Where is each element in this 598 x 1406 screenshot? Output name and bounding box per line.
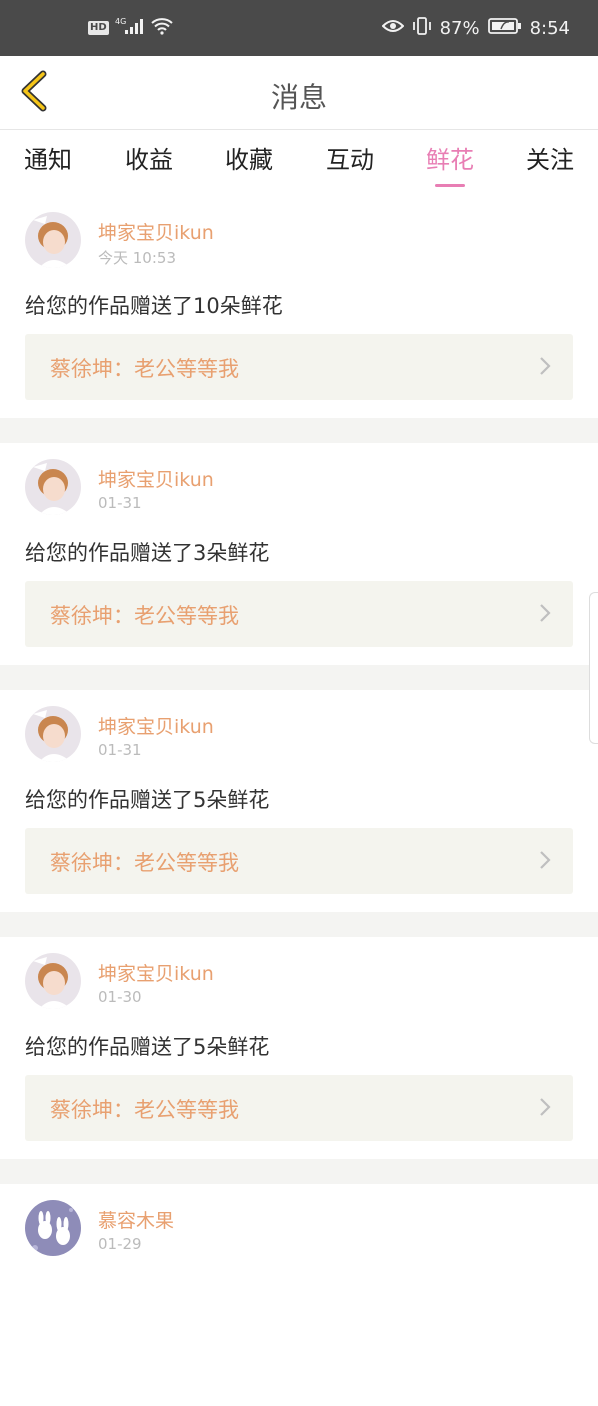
chevron-right-icon bbox=[539, 1097, 551, 1121]
avatar[interactable] bbox=[25, 953, 81, 1009]
quoted-work-text: 蔡徐坤：老公等等我 bbox=[50, 851, 239, 875]
username[interactable]: 坤家宝贝ikun bbox=[98, 712, 214, 739]
battery-percent: 87% bbox=[439, 17, 480, 39]
timestamp: 01-31 bbox=[98, 494, 142, 512]
timestamp: 01-30 bbox=[98, 988, 142, 1006]
quoted-work-text: 蔡徐坤：老公等等我 bbox=[50, 1098, 239, 1122]
username[interactable]: 坤家宝贝ikun bbox=[98, 218, 214, 245]
eye-icon bbox=[381, 18, 404, 39]
list-item: 慕容木果 01-29 bbox=[0, 1184, 598, 1406]
message-list: 坤家宝贝ikun 今天 10:53 给您的作品赠送了10朵鲜花 蔡徐坤：老公等等… bbox=[0, 196, 598, 1406]
hd-badge: HD bbox=[88, 21, 109, 35]
divider bbox=[0, 1159, 598, 1184]
divider bbox=[0, 912, 598, 937]
username[interactable]: 慕容木果 bbox=[98, 1206, 174, 1233]
timestamp: 01-31 bbox=[98, 741, 142, 759]
header: 消息 bbox=[0, 56, 598, 130]
quoted-work-link[interactable]: 蔡徐坤：老公等等我 bbox=[25, 828, 573, 894]
timestamp: 今天 10:53 bbox=[98, 249, 176, 267]
username[interactable]: 坤家宝贝ikun bbox=[98, 959, 214, 986]
avatar[interactable] bbox=[25, 212, 81, 268]
tab-following[interactable]: 关注 bbox=[515, 140, 585, 175]
chevron-right-icon bbox=[539, 603, 551, 627]
avatar[interactable] bbox=[25, 706, 81, 762]
tab-flowers[interactable]: 鲜花 bbox=[415, 140, 485, 187]
clock: 8:54 bbox=[529, 17, 570, 39]
avatar[interactable] bbox=[25, 459, 81, 515]
tab-flowers-label: 鲜花 bbox=[426, 146, 474, 174]
signal-icon: 4G bbox=[115, 16, 145, 40]
tab-interactions[interactable]: 互动 bbox=[315, 140, 385, 175]
avatar[interactable] bbox=[25, 1200, 81, 1256]
tab-notifications[interactable]: 通知 bbox=[13, 140, 83, 175]
chevron-right-icon bbox=[539, 356, 551, 380]
list-item: 坤家宝贝ikun 今天 10:53 给您的作品赠送了10朵鲜花 蔡徐坤：老公等等… bbox=[0, 196, 598, 418]
divider bbox=[0, 418, 598, 443]
tab-earnings[interactable]: 收益 bbox=[114, 140, 184, 175]
svg-text:4G: 4G bbox=[115, 17, 126, 26]
list-item: 坤家宝贝ikun 01-30 给您的作品赠送了5朵鲜花 蔡徐坤：老公等等我 bbox=[0, 937, 598, 1159]
list-item: 坤家宝贝ikun 01-31 给您的作品赠送了3朵鲜花 蔡徐坤：老公等等我 bbox=[0, 443, 598, 665]
quoted-work-link[interactable]: 蔡徐坤：老公等等我 bbox=[25, 1075, 573, 1141]
page-title: 消息 bbox=[270, 81, 327, 114]
quoted-work-link[interactable]: 蔡徐坤：老公等等我 bbox=[25, 334, 573, 400]
timestamp: 01-29 bbox=[98, 1235, 142, 1253]
active-tab-indicator bbox=[435, 184, 465, 187]
tab-bar: 通知 收益 收藏 互动 鲜花 关注 bbox=[0, 130, 598, 192]
chevron-right-icon bbox=[539, 850, 551, 874]
quoted-work-text: 蔡徐坤：老公等等我 bbox=[50, 357, 239, 381]
message-text: 给您的作品赠送了10朵鲜花 bbox=[25, 294, 283, 318]
tab-favorites[interactable]: 收藏 bbox=[214, 140, 284, 175]
message-text: 给您的作品赠送了5朵鲜花 bbox=[25, 1035, 270, 1059]
username[interactable]: 坤家宝贝ikun bbox=[98, 465, 214, 492]
battery-icon bbox=[487, 17, 522, 40]
message-text: 给您的作品赠送了5朵鲜花 bbox=[25, 788, 270, 812]
vibrate-icon bbox=[412, 16, 432, 41]
list-item: 坤家宝贝ikun 01-31 给您的作品赠送了5朵鲜花 蔡徐坤：老公等等我 bbox=[0, 690, 598, 912]
wifi-icon bbox=[151, 17, 173, 39]
divider bbox=[0, 665, 598, 690]
message-text: 给您的作品赠送了3朵鲜花 bbox=[25, 541, 270, 565]
quoted-work-link[interactable]: 蔡徐坤：老公等等我 bbox=[25, 581, 573, 647]
scrollbar[interactable] bbox=[589, 592, 598, 744]
quoted-work-text: 蔡徐坤：老公等等我 bbox=[50, 604, 239, 628]
status-bar: HD 4G 87% 8:54 bbox=[0, 0, 598, 56]
